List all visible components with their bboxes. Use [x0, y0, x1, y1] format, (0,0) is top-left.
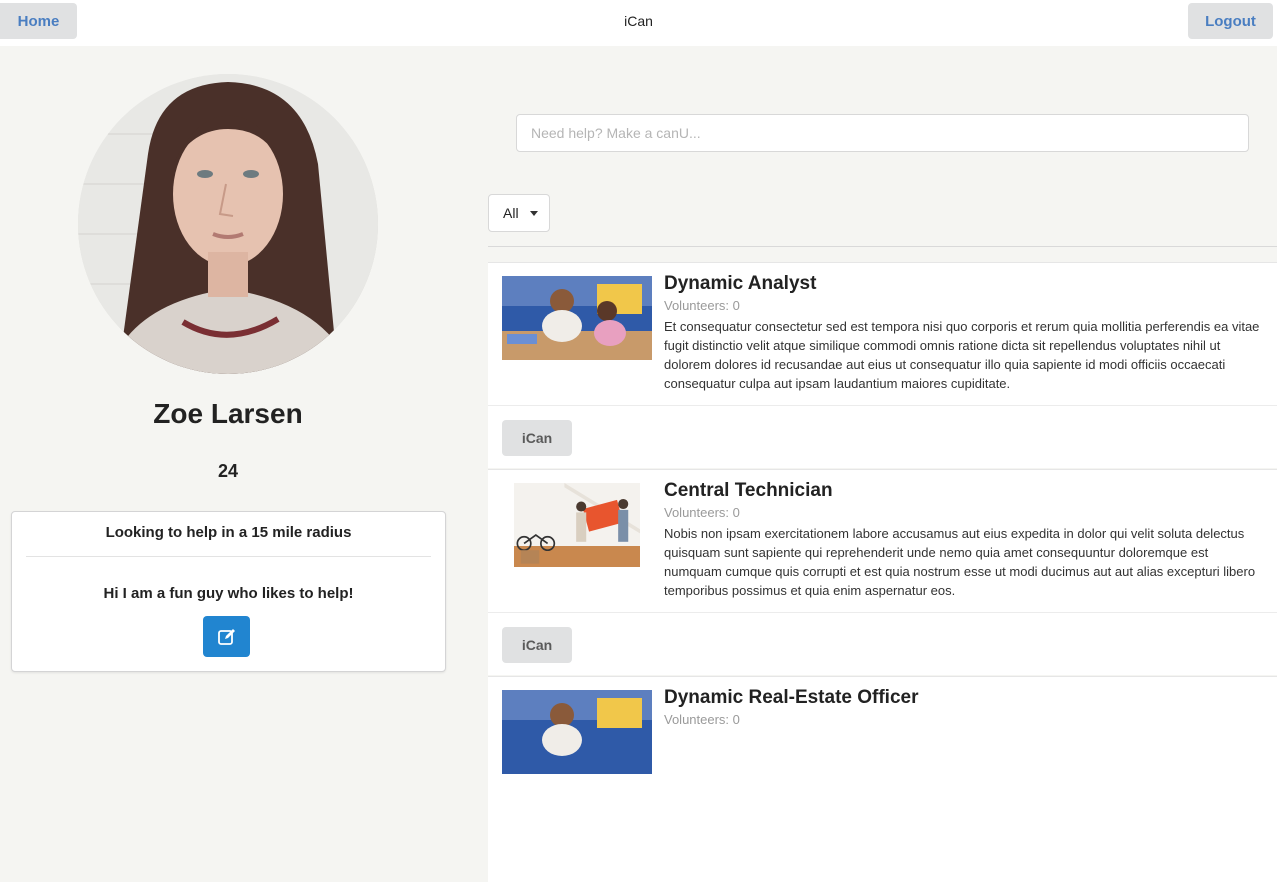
card-divider	[488, 405, 1277, 406]
app-title: iCan	[624, 13, 653, 29]
volunteer-count: Volunteers: 0	[664, 298, 740, 313]
tutoring-image	[502, 276, 652, 360]
avatar-photo	[78, 74, 378, 374]
post-card: Dynamic Real-Estate Officer Volunteers: …	[488, 676, 1277, 882]
profile-age: 24	[217, 461, 239, 481]
edit-profile-button[interactable]	[203, 616, 250, 657]
divider	[26, 556, 431, 557]
profile-info-card: Looking to help in a 15 mile radius Hi I…	[11, 511, 446, 672]
post-title[interactable]: Dynamic Analyst	[664, 273, 816, 295]
profile-name: Zoe Larsen	[153, 398, 303, 429]
post-description: Et consequatur consectetur sed est tempo…	[664, 319, 1260, 391]
post-card: Central Technician Volunteers: 0 Nobis n…	[488, 469, 1277, 675]
filter-selected-value: All	[503, 205, 519, 221]
ican-button[interactable]: iCan	[502, 627, 572, 663]
logout-button[interactable]: Logout	[1188, 3, 1273, 39]
volunteer-count: Volunteers: 0	[664, 505, 740, 520]
post-thumbnail	[502, 276, 652, 360]
help-radius-text: Looking to help in a 15 mile radius	[105, 524, 352, 541]
make-canu-input[interactable]	[516, 114, 1249, 152]
post-thumbnail	[502, 483, 652, 567]
volunteer-count: Volunteers: 0	[664, 712, 740, 727]
edit-icon	[217, 628, 235, 645]
category-filter-dropdown[interactable]: All	[488, 194, 550, 232]
tutoring-image	[502, 690, 652, 774]
post-card: Dynamic Analyst Volunteers: 0 Et consequ…	[488, 262, 1277, 468]
card-divider	[488, 612, 1277, 613]
post-title[interactable]: Central Technician	[664, 480, 833, 502]
post-title[interactable]: Dynamic Real-Estate Officer	[664, 687, 919, 709]
moving-couch-image	[514, 483, 640, 567]
feed-divider	[488, 246, 1277, 247]
top-navbar: Home iCan Logout	[0, 0, 1277, 46]
caret-down-icon	[530, 211, 538, 216]
profile-bio: Hi I am a fun guy who likes to help!	[103, 585, 354, 602]
post-thumbnail	[502, 690, 652, 774]
profile-avatar	[78, 74, 378, 374]
post-description: Nobis non ipsam exercitationem labore ac…	[664, 526, 1256, 598]
ican-button[interactable]: iCan	[502, 420, 572, 456]
